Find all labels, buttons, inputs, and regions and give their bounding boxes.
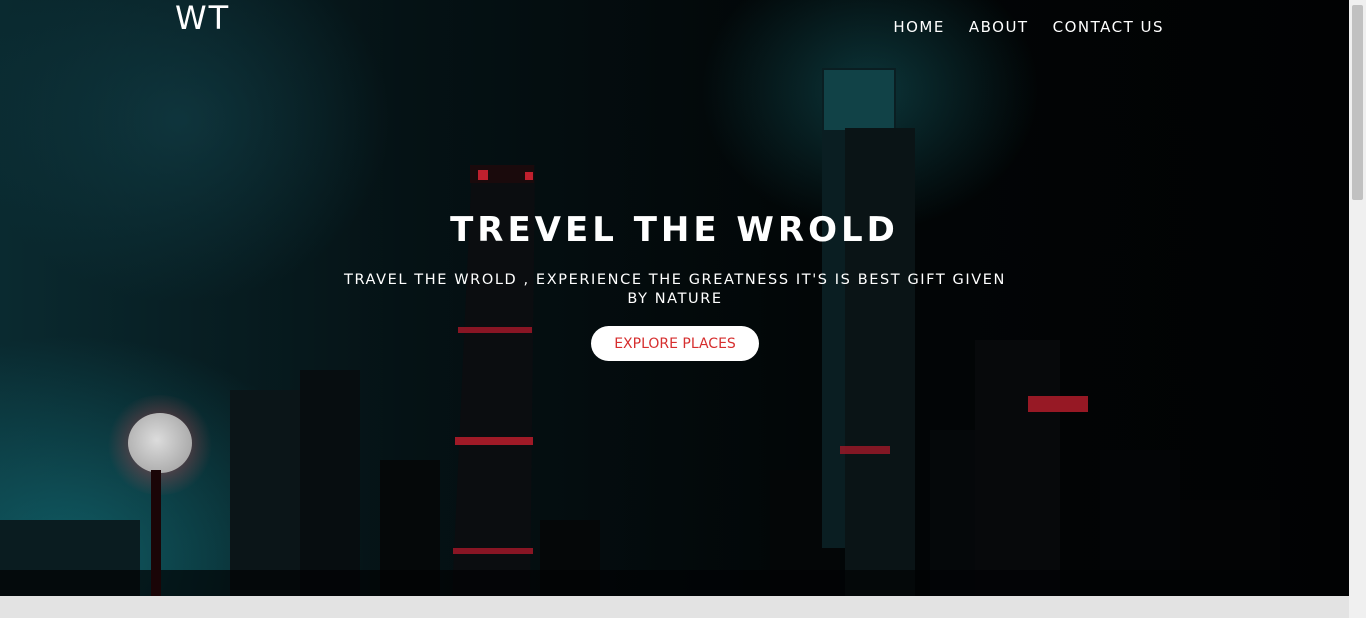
nav-link-about[interactable]: ABOUT [969,16,1029,38]
nav-link-contact[interactable]: CONTACT US [1053,16,1164,38]
explore-places-button[interactable]: EXPLORE PLACES [591,326,759,361]
nav-link-home[interactable]: HOME [893,16,945,38]
page-scrollbar[interactable] [1349,0,1366,618]
page: WT HOME ABOUT CONTACT US TREVEL THE WROL… [0,0,1366,618]
hero-title: TREVEL THE WROLD [450,210,899,250]
hero-section: WT HOME ABOUT CONTACT US TREVEL THE WROL… [0,0,1349,596]
site-logo[interactable]: WT [175,0,230,36]
hero-subtitle: TRAVEL THE WROLD , EXPERIENCE THE GREATN… [344,272,1006,307]
street-lamp-pole [151,470,161,596]
street-lamp [128,413,192,473]
main-nav: HOME ABOUT CONTACT US [893,16,1164,38]
scrollbar-thumb[interactable] [1352,5,1363,200]
